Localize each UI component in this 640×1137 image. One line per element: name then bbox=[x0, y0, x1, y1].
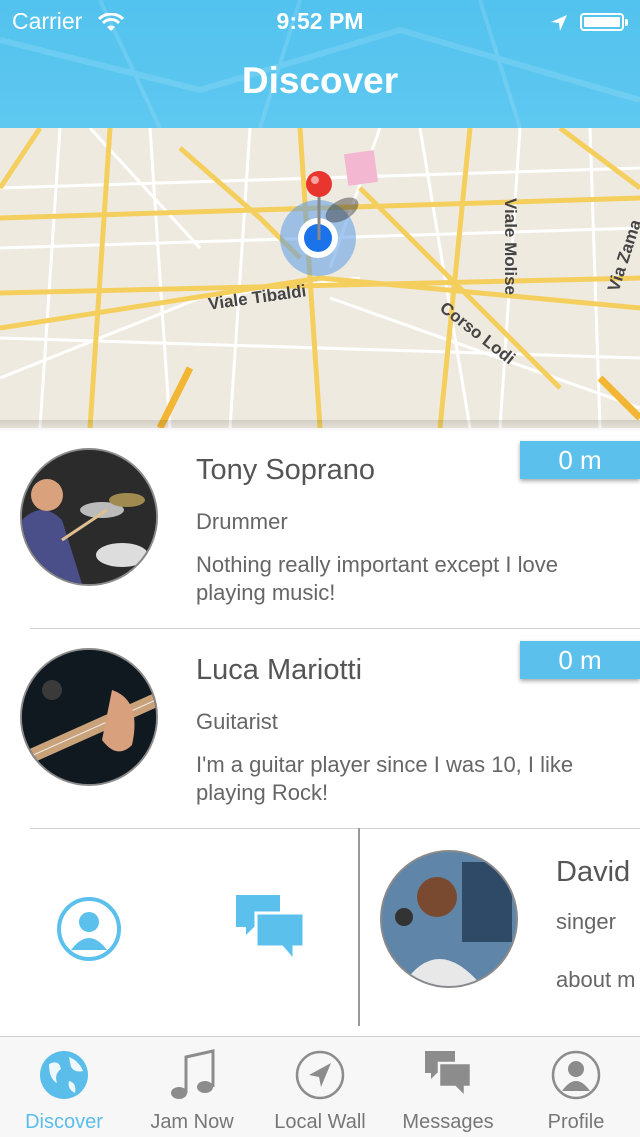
tab-profile[interactable]: Profile bbox=[512, 1037, 640, 1137]
send-message-button[interactable] bbox=[234, 893, 306, 966]
divider bbox=[30, 828, 640, 829]
avatar[interactable] bbox=[380, 850, 518, 988]
page-title: Discover bbox=[241, 60, 399, 101]
musician-card[interactable]: Tony Soprano Drummer Nothing really impo… bbox=[0, 428, 640, 628]
street-label: Viale Molise bbox=[501, 198, 520, 296]
chat-bubbles-icon bbox=[425, 1051, 473, 1101]
tab-label: Local Wall bbox=[274, 1111, 366, 1133]
tab-label: Jam Now bbox=[150, 1111, 234, 1133]
globe-icon bbox=[40, 1051, 88, 1099]
tab-bar: Discover Jam Now Local Wall Messages Pro… bbox=[0, 1036, 640, 1137]
tab-local-wall[interactable]: Local Wall bbox=[256, 1037, 384, 1137]
view-profile-button[interactable] bbox=[56, 896, 122, 962]
musician-name: Luca Mariotti bbox=[196, 654, 363, 686]
musician-role: Guitarist bbox=[196, 709, 278, 734]
person-icon bbox=[551, 1050, 601, 1100]
map-roads bbox=[0, 128, 640, 428]
musician-card[interactable]: Luca Mariotti Guitarist I'm a guitar pla… bbox=[0, 628, 640, 828]
tab-label: Profile bbox=[547, 1111, 605, 1133]
musician-role: singer bbox=[556, 909, 616, 934]
distance-badge: 0 m bbox=[520, 641, 640, 679]
tab-messages[interactable]: Messages bbox=[384, 1037, 512, 1137]
avatar[interactable] bbox=[20, 448, 158, 586]
battery-icon bbox=[580, 13, 628, 31]
musician-description: Nothing really important except I love p… bbox=[196, 552, 558, 605]
map-view[interactable]: Viale Tibaldi Corso Lodi Viale Molise Vi… bbox=[0, 128, 640, 428]
tab-jam-now[interactable]: Jam Now bbox=[128, 1037, 256, 1137]
avatar[interactable] bbox=[20, 648, 158, 786]
musician-description: I'm a guitar player since I was 10, I li… bbox=[196, 752, 574, 805]
chat-bubbles-icon bbox=[236, 895, 306, 966]
swipe-divider bbox=[358, 828, 360, 1026]
nav-header: Carrier 9:52 PM Discover bbox=[0, 0, 640, 128]
status-bar: Carrier 9:52 PM bbox=[0, 6, 640, 36]
musician-name: David bbox=[556, 856, 631, 888]
musician-description: about m bbox=[556, 967, 636, 992]
clock: 9:52 PM bbox=[276, 8, 364, 34]
tab-discover[interactable]: Discover bbox=[0, 1037, 128, 1137]
location-services-icon bbox=[549, 12, 569, 39]
location-arrow-icon bbox=[295, 1050, 345, 1100]
tab-label: Messages bbox=[402, 1111, 494, 1133]
person-icon bbox=[57, 897, 121, 961]
musician-name: Tony Soprano bbox=[196, 454, 375, 486]
music-note-icon bbox=[171, 1049, 215, 1099]
distance-badge: 0 m bbox=[520, 441, 640, 479]
tab-label: Discover bbox=[25, 1111, 103, 1133]
musician-role: Drummer bbox=[196, 509, 288, 534]
